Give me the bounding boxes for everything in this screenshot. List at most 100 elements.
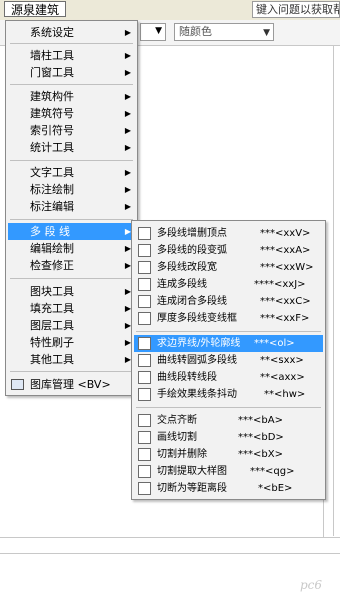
- menu-item-block-tools[interactable]: 图块工具 ▶: [8, 283, 135, 300]
- menu-item-edit-draw[interactable]: 编辑绘制 ▶: [8, 240, 135, 257]
- equal-segments-icon: [138, 482, 151, 495]
- main-dropdown-menu: 系统设定 ▶ 墙柱工具 ▶ 门窗工具 ▶ 建筑构件 ▶ 建筑符号 ▶ 索引符号 …: [5, 20, 138, 396]
- polyline-vertex-icon: [138, 227, 151, 240]
- help-search-input[interactable]: 键入问题以获取帮: [252, 1, 340, 18]
- submenu-item-intersect-break[interactable]: 交点齐断 ***<bA>: [134, 412, 323, 429]
- drawing-area-edge: [333, 46, 334, 536]
- item-shortcut: ***<bX>: [238, 449, 283, 460]
- item-label: 交点齐断: [157, 415, 197, 426]
- app-menu-title[interactable]: 源泉建筑: [4, 1, 67, 17]
- submenu-arrow-icon: ▶: [124, 126, 131, 135]
- submenu-item-segment-to-arc[interactable]: 多段线的段变弧 ***<xxA>: [134, 242, 323, 259]
- menu-item-check-fix[interactable]: 检查修正 ▶: [8, 257, 135, 274]
- menu-item-dimension-edit[interactable]: 标注编辑 ▶: [8, 198, 135, 215]
- menu-item-statistics-tools[interactable]: 统计工具 ▶: [8, 139, 135, 156]
- menu-item-label: 多 段 线: [30, 225, 70, 238]
- submenu-item-curve-to-line[interactable]: 曲线段转线段 **<axx>: [134, 369, 323, 386]
- polyline-submenu: 多段线增删顶点 ***<xxV> 多段线的段变弧 ***<xxA> 多段线改段宽…: [131, 220, 326, 500]
- menu-item-label: 标注编辑: [30, 200, 74, 213]
- menu-item-system-settings[interactable]: 系统设定 ▶: [8, 24, 135, 41]
- menu-item-label: 特性刷子: [30, 336, 74, 349]
- menu-item-label: 索引符号: [30, 124, 74, 137]
- submenu-item-curve-to-arc[interactable]: 曲线转圆弧多段线 **<sxx>: [134, 352, 323, 369]
- submenu-item-line-cut[interactable]: 画线切割 ***<bD>: [134, 429, 323, 446]
- menu-item-label: 图库管理 <BV>: [30, 378, 111, 391]
- submenu-item-equal-segments[interactable]: 切断为等距离段 *<bE>: [134, 480, 323, 497]
- chevron-down-icon: ▼: [155, 26, 162, 36]
- submenu-arrow-icon: ▶: [124, 143, 131, 152]
- submenu-arrow-icon: ▶: [124, 202, 131, 211]
- submenu-arrow-icon: ▶: [124, 28, 131, 37]
- item-shortcut: ***<xxC>: [260, 296, 311, 307]
- item-shortcut: ***<xxV>: [260, 228, 311, 239]
- menu-item-label: 统计工具: [30, 141, 74, 154]
- item-shortcut: ***<ol>: [254, 338, 295, 349]
- menu-item-label: 其他工具: [30, 353, 74, 366]
- item-label: 曲线转圆弧多段线: [157, 355, 237, 366]
- menu-item-property-brush[interactable]: 特性刷子 ▶: [8, 334, 135, 351]
- item-shortcut: ***<qg>: [250, 466, 295, 477]
- menu-item-label: 填充工具: [30, 302, 74, 315]
- item-label: 曲线段转线段: [157, 372, 217, 383]
- menu-separator: [10, 84, 133, 85]
- menu-item-building-components[interactable]: 建筑构件 ▶: [8, 88, 135, 105]
- segment-width-icon: [138, 261, 151, 274]
- menu-item-label: 门窗工具: [30, 66, 74, 79]
- submenu-item-close-polyline[interactable]: 连成闭合多段线 ***<xxC>: [134, 293, 323, 310]
- submenu-item-hand-draw[interactable]: 手绘效果线条抖动 **<hw>: [134, 386, 323, 403]
- cut-delete-icon: [138, 448, 151, 461]
- menu-item-other-tools[interactable]: 其他工具 ▶: [8, 351, 135, 368]
- menu-item-text-tools[interactable]: 文字工具 ▶: [8, 164, 135, 181]
- submenu-arrow-icon: ▶: [124, 51, 131, 60]
- segment-to-arc-icon: [138, 244, 151, 257]
- menu-item-polyline[interactable]: 多 段 线 ▶: [8, 223, 135, 240]
- watermark-logo: pc6: [300, 578, 323, 592]
- submenu-item-boundary-outline[interactable]: 求边界线/外轮廓线 ***<ol>: [134, 335, 323, 352]
- submenu-item-polyline-vertex[interactable]: 多段线增删顶点 ***<xxV>: [134, 225, 323, 242]
- color-combo-value: 随颜色: [179, 25, 212, 38]
- drawing-area-edge: [323, 498, 324, 538]
- submenu-item-join-polyline[interactable]: 连成多段线 ****<xxJ>: [134, 276, 323, 293]
- extract-detail-icon: [138, 465, 151, 478]
- boundary-outline-icon: [138, 337, 151, 350]
- submenu-arrow-icon: ▶: [124, 185, 131, 194]
- submenu-item-extract-detail[interactable]: 切割提取大样图 ***<qg>: [134, 463, 323, 480]
- color-combo[interactable]: 随颜色 ▼: [174, 23, 274, 41]
- menu-separator: [136, 407, 321, 408]
- menu-item-building-symbols[interactable]: 建筑符号 ▶: [8, 105, 135, 122]
- submenu-arrow-icon: ▶: [124, 68, 131, 77]
- item-label: 画线切割: [157, 432, 197, 443]
- menu-item-index-symbols[interactable]: 索引符号 ▶: [8, 122, 135, 139]
- item-shortcut: ***<bA>: [238, 415, 283, 426]
- menu-item-dimension-draw[interactable]: 标注绘制 ▶: [8, 181, 135, 198]
- item-label: 切割提取大样图: [157, 466, 227, 477]
- item-shortcut: ***<xxF>: [260, 313, 310, 324]
- linetype-combo[interactable]: ▼: [140, 23, 166, 41]
- item-shortcut: ***<bD>: [238, 432, 284, 443]
- item-label: 手绘效果线条抖动: [157, 389, 237, 400]
- item-label: 切割并删除: [157, 449, 207, 460]
- item-shortcut: ***<xxW>: [260, 262, 314, 273]
- item-label: 求边界线/外轮廓线: [157, 338, 241, 349]
- menu-bar: 源泉建筑 键入问题以获取帮: [0, 0, 340, 21]
- menu-item-label: 检查修正: [30, 259, 74, 272]
- thickness-frame-icon: [138, 312, 151, 325]
- menu-item-fill-tools[interactable]: 填充工具 ▶: [8, 300, 135, 317]
- submenu-arrow-icon: ▶: [124, 109, 131, 118]
- chevron-down-icon: ▼: [263, 28, 270, 38]
- close-polyline-icon: [138, 295, 151, 308]
- item-label: 切断为等距离段: [157, 483, 227, 494]
- menu-item-wall-column-tools[interactable]: 墙柱工具 ▶: [8, 47, 135, 64]
- item-shortcut: ****<xxJ>: [254, 279, 306, 290]
- menu-item-label: 图块工具: [30, 285, 74, 298]
- intersect-break-icon: [138, 414, 151, 427]
- menu-item-layer-tools[interactable]: 图层工具 ▶: [8, 317, 135, 334]
- submenu-item-thickness-frame[interactable]: 厚度多段线变线框 ***<xxF>: [134, 310, 323, 327]
- submenu-item-cut-delete[interactable]: 切割并删除 ***<bX>: [134, 446, 323, 463]
- menu-separator: [10, 43, 133, 44]
- menu-item-label: 建筑构件: [30, 90, 74, 103]
- menu-item-door-window-tools[interactable]: 门窗工具 ▶: [8, 64, 135, 81]
- menu-item-library-manager[interactable]: 图库管理 <BV>: [8, 376, 135, 393]
- line-cut-icon: [138, 431, 151, 444]
- submenu-item-segment-width[interactable]: 多段线改段宽 ***<xxW>: [134, 259, 323, 276]
